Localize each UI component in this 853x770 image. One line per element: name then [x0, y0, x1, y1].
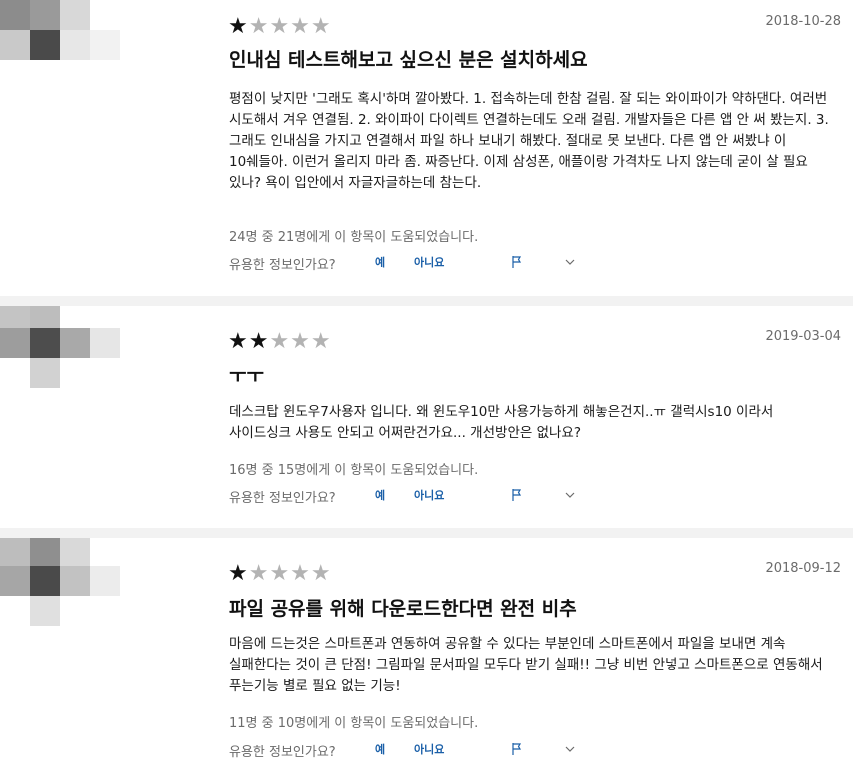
helpful-count: 11명 중 10명에게 이 항목이 도움되었습니다.	[229, 716, 479, 731]
helpful-count: 16명 중 15명에게 이 항목이 도움되었습니다.	[229, 463, 479, 478]
review-date: 2018-09-12	[765, 561, 841, 576]
review-card: ★★★★★ 2018-09-12 파일 공유를 위해 다운로드한다면 완전 비추…	[0, 538, 853, 770]
helpful-no-button[interactable]: 아니요	[414, 254, 444, 270]
feedback-row: 유용한 정보인가요? 예 아니요	[229, 252, 589, 274]
flag-icon[interactable]	[510, 255, 524, 269]
feedback-question: 유용한 정보인가요?	[229, 258, 336, 273]
review-card: ★★★★★ 2019-03-04 ㅜㅜ 데스크탑 윈도우7사용자 입니다. 왜 …	[0, 306, 853, 528]
feedback-question: 유용한 정보인가요?	[229, 491, 336, 506]
feedback-row: 유용한 정보인가요? 예 아니요	[229, 739, 589, 761]
helpful-yes-button[interactable]: 예	[375, 487, 385, 503]
avatar	[0, 538, 120, 628]
chevron-down-icon[interactable]	[563, 742, 577, 756]
star-rating: ★★★★★	[228, 329, 332, 354]
avatar	[0, 306, 120, 396]
flag-icon[interactable]	[510, 742, 524, 756]
review-date: 2019-03-04	[765, 329, 841, 344]
star-rating: ★★★★★	[228, 14, 332, 39]
review-body: 데스크탑 윈도우7사용자 입니다. 왜 윈도우10만 사용가능하게 해놓은건지.…	[229, 404, 774, 441]
review-title: 인내심 테스트해보고 싶으신 분은 설치하세요	[229, 49, 588, 71]
helpful-no-button[interactable]: 아니요	[414, 487, 444, 503]
helpful-no-button[interactable]: 아니요	[414, 741, 444, 757]
review-date: 2018-10-28	[765, 14, 841, 29]
review-body: 마음에 드는것은 스마트폰과 연동하여 공유할 수 있다는 부분인데 스마트폰에…	[229, 636, 823, 694]
flag-icon[interactable]	[510, 488, 524, 502]
chevron-down-icon[interactable]	[563, 488, 577, 502]
review-body: 평점이 낮지만 '그래도 혹시'하며 깔아봤다. 1. 접속하는데 한참 걸림.…	[229, 91, 829, 191]
review-title: 파일 공유를 위해 다운로드한다면 완전 비추	[229, 598, 577, 620]
helpful-count: 24명 중 21명에게 이 항목이 도움되었습니다.	[229, 230, 479, 245]
helpful-yes-button[interactable]: 예	[375, 254, 385, 270]
feedback-question: 유용한 정보인가요?	[229, 745, 336, 760]
star-rating: ★★★★★	[228, 561, 332, 586]
review-title: ㅜㅜ	[229, 365, 264, 387]
avatar	[0, 0, 120, 90]
helpful-yes-button[interactable]: 예	[375, 741, 385, 757]
review-card: ★★★★★ 2018-10-28 인내심 테스트해보고 싶으신 분은 설치하세요…	[0, 0, 853, 296]
feedback-row: 유용한 정보인가요? 예 아니요	[229, 485, 589, 507]
chevron-down-icon[interactable]	[563, 255, 577, 269]
